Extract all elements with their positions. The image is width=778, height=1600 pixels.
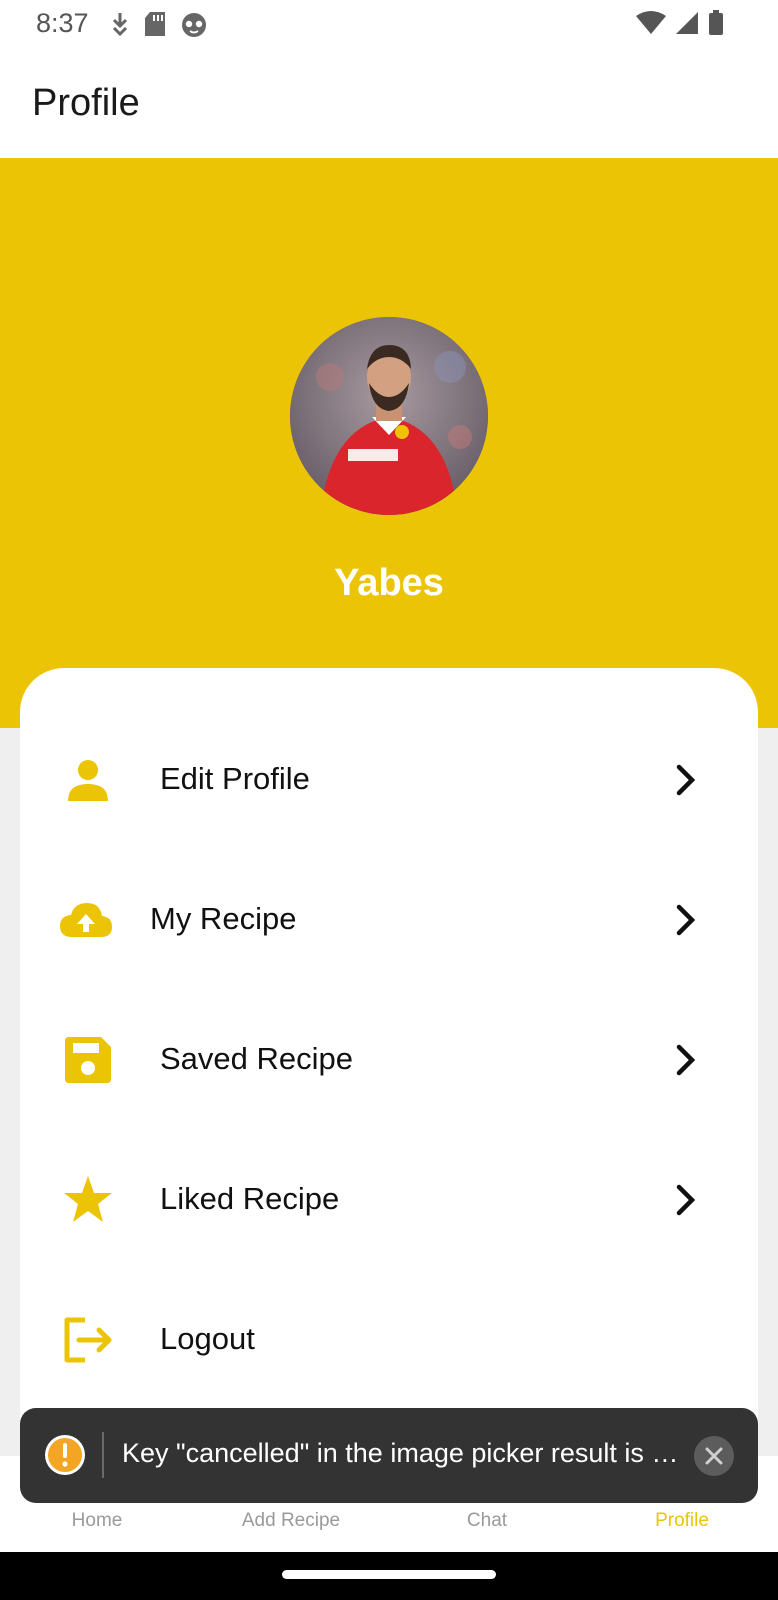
menu-item-label: Edit Profile: [160, 761, 310, 796]
system-nav-bar: [0, 1552, 778, 1600]
warning-icon: [45, 1435, 85, 1475]
profile-menu: Edit Profile My Recipe Saved Recipe Like…: [20, 668, 758, 1468]
menu-item-logout[interactable]: Logout: [20, 1290, 758, 1390]
snackbar-divider: [102, 1432, 104, 1478]
status-time: 8:37: [36, 8, 89, 38]
person-icon: [60, 755, 116, 805]
warning-snackbar[interactable]: Key "cancelled" in the image picker resu…: [20, 1408, 758, 1503]
sd-card-icon: [145, 12, 165, 36]
chevron-right-icon: [676, 904, 696, 936]
menu-item-label: My Recipe: [150, 901, 297, 936]
menu-item-saved-recipe[interactable]: Saved Recipe: [20, 1010, 758, 1110]
cellular-signal-icon: [676, 12, 698, 34]
chevron-right-icon: [676, 764, 696, 796]
home-gesture-handle[interactable]: [282, 1570, 496, 1579]
tab-label: Chat: [466, 1510, 508, 1531]
save-icon: [60, 1035, 116, 1085]
avatar-photo: [290, 317, 488, 515]
chevron-right-icon: [676, 1044, 696, 1076]
user-name: Yabes: [334, 562, 444, 604]
logout-icon: [60, 1315, 116, 1365]
wifi-icon: [636, 11, 666, 34]
download-arrow-icon: [112, 13, 128, 37]
cat-face-icon: [182, 13, 206, 37]
avatar[interactable]: [290, 317, 488, 515]
close-icon[interactable]: [694, 1436, 734, 1476]
menu-item-my-recipe[interactable]: My Recipe: [20, 870, 758, 970]
app-bar: Profile: [0, 48, 778, 158]
profile-header: Yabes: [0, 158, 778, 728]
tab-label: Add Recipe: [241, 1510, 341, 1531]
tab-label: Profile: [655, 1510, 709, 1531]
star-icon: [60, 1175, 116, 1225]
menu-item-label: Liked Recipe: [160, 1181, 340, 1216]
menu-item-liked-recipe[interactable]: Liked Recipe: [20, 1150, 758, 1250]
snackbar-message: Key "cancelled" in the image picker resu…: [122, 1438, 682, 1468]
tab-label: Home: [71, 1510, 123, 1531]
menu-item-label: Logout: [160, 1321, 255, 1356]
cloud-upload-icon: [58, 895, 114, 945]
page-title: Profile: [32, 82, 140, 124]
menu-item-label: Saved Recipe: [160, 1041, 354, 1076]
menu-item-edit-profile[interactable]: Edit Profile: [20, 730, 758, 830]
chevron-right-icon: [676, 1184, 696, 1216]
status-bar: 8:37: [0, 0, 778, 48]
battery-icon: [709, 10, 723, 35]
